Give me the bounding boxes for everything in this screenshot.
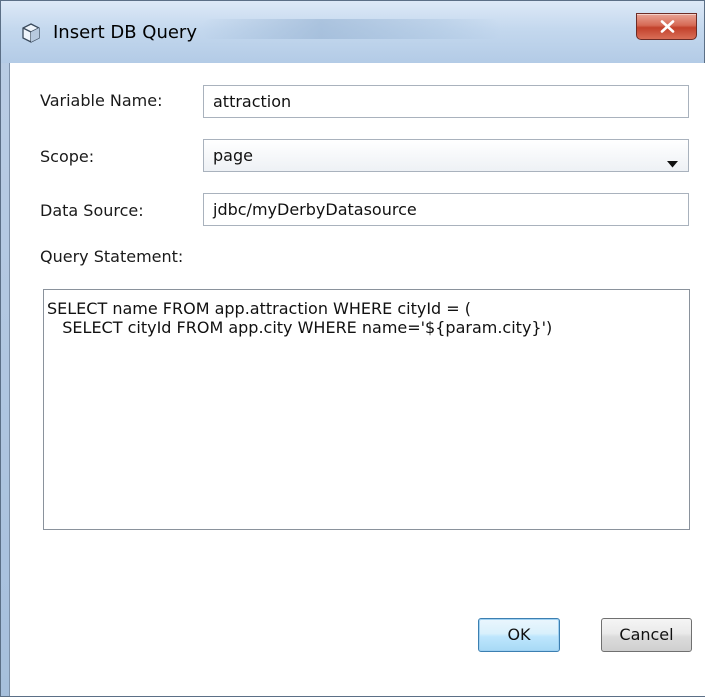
- query-statement-textarea[interactable]: SELECT name FROM app.attraction WHERE ci…: [43, 289, 690, 530]
- data-source-label: Data Source:: [40, 201, 144, 220]
- window-left-frame: [1, 63, 9, 696]
- scope-selected-value: page: [213, 146, 253, 165]
- cancel-button[interactable]: Cancel: [601, 618, 692, 652]
- variable-name-input[interactable]: attraction: [203, 85, 689, 118]
- cube-icon: [21, 23, 41, 43]
- title-bar-glass: [201, 19, 501, 39]
- query-statement-label: Query Statement:: [40, 247, 184, 266]
- close-icon: [660, 20, 675, 33]
- insert-db-query-dialog: Insert DB Query Variable Name: attractio…: [0, 0, 705, 697]
- scope-label: Scope:: [40, 147, 95, 166]
- title-bar[interactable]: Insert DB Query: [1, 1, 704, 63]
- ok-button[interactable]: OK: [478, 618, 560, 652]
- close-button[interactable]: [636, 13, 697, 40]
- variable-name-label: Variable Name:: [40, 91, 163, 110]
- scope-select[interactable]: page: [203, 139, 689, 172]
- chevron-down-icon: [667, 153, 678, 172]
- window-title: Insert DB Query: [53, 22, 197, 43]
- dialog-content: Variable Name: attraction Scope: page Da…: [9, 63, 705, 696]
- data-source-input[interactable]: jdbc/myDerbyDatasource: [203, 193, 689, 226]
